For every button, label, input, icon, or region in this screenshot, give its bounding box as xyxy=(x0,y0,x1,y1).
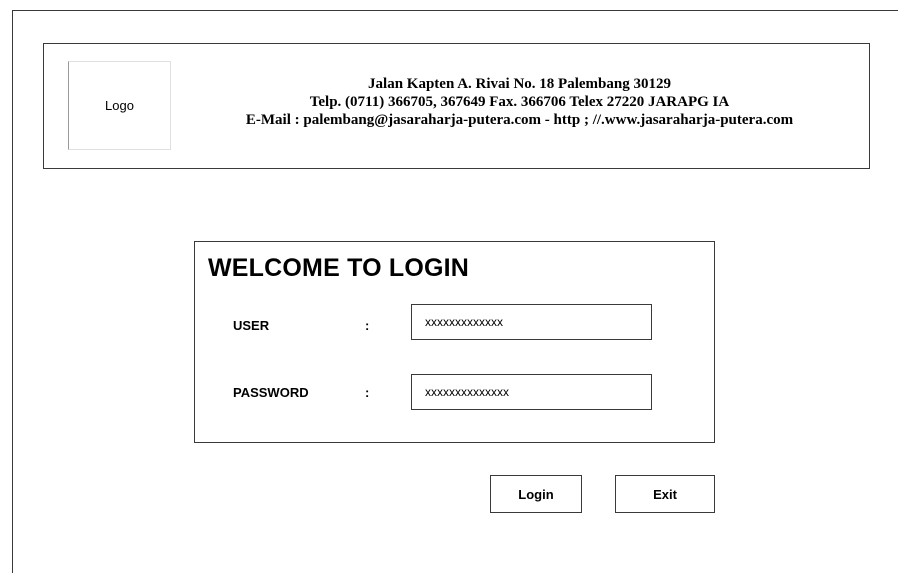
login-panel: WELCOME TO LOGIN USER : PASSWORD : xyxy=(194,241,715,443)
window-top-border xyxy=(12,10,898,11)
login-button[interactable]: Login xyxy=(490,475,582,513)
exit-button[interactable]: Exit xyxy=(615,475,715,513)
logo-label: Logo xyxy=(105,98,134,113)
user-label: USER xyxy=(233,318,270,333)
company-phone: Telp. (0711) 366705, 367649 Fax. 366706 … xyxy=(309,94,730,110)
password-label: PASSWORD xyxy=(233,385,309,400)
password-input[interactable] xyxy=(411,374,652,410)
password-colon: : xyxy=(365,385,370,400)
company-info: Jalan Kapten A. Rivai No. 18 Palembang 3… xyxy=(182,75,857,129)
user-colon: : xyxy=(365,318,370,333)
company-address: Jalan Kapten A. Rivai No. 18 Palembang 3… xyxy=(368,76,671,92)
user-input[interactable] xyxy=(411,304,652,340)
header-panel: Logo Jalan Kapten A. Rivai No. 18 Palemb… xyxy=(43,43,870,169)
logo-placeholder: Logo xyxy=(68,61,171,150)
company-contact: E-Mail : palembang@jasaraharja-putera.co… xyxy=(245,112,794,128)
window-left-border xyxy=(12,10,13,573)
login-title: WELCOME TO LOGIN xyxy=(208,254,470,282)
